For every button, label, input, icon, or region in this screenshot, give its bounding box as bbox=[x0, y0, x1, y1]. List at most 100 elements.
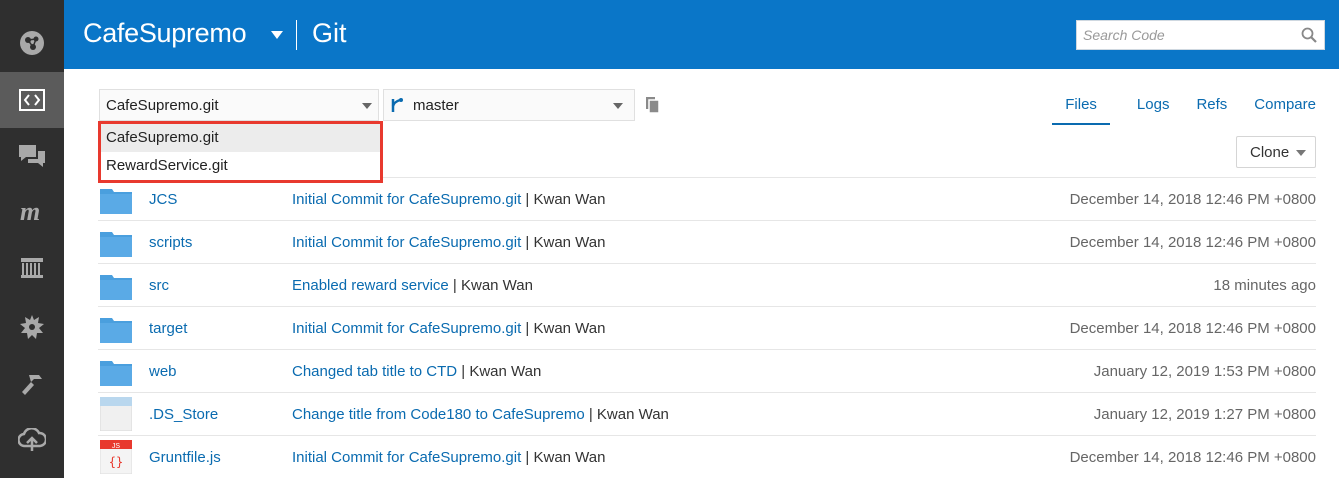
branch-select[interactable]: master bbox=[383, 89, 635, 121]
folder-icon bbox=[100, 189, 132, 214]
folder-icon bbox=[100, 318, 132, 343]
commit-separator: | bbox=[448, 277, 461, 294]
sidebar-item-dashboard[interactable] bbox=[0, 15, 64, 71]
file-name-link[interactable]: scripts bbox=[149, 234, 192, 251]
code-icon bbox=[19, 89, 45, 111]
commit-message-link[interactable]: Change title from Code180 to CafeSupremo bbox=[292, 406, 585, 423]
dashboard-icon bbox=[20, 31, 44, 55]
commit-date: 18 minutes ago bbox=[1213, 277, 1316, 294]
commit-message-link[interactable]: Initial Commit for CafeSupremo.git bbox=[292, 191, 521, 208]
js-file-icon: JS {} bbox=[99, 439, 133, 475]
folder-icon bbox=[100, 316, 132, 348]
svg-text:m: m bbox=[20, 201, 40, 223]
commit-author: Kwan Wan bbox=[533, 234, 606, 251]
project-dropdown-caret-icon[interactable] bbox=[271, 31, 283, 39]
sidebar-item-maven[interactable]: m bbox=[0, 184, 64, 240]
sidebar-item-deploy[interactable] bbox=[0, 357, 64, 413]
sidebar-item-repository[interactable] bbox=[0, 240, 64, 296]
view-tabs: Files Logs Refs Compare bbox=[1052, 95, 1316, 125]
file-name-link[interactable]: .DS_Store bbox=[149, 406, 218, 423]
commit-message-link[interactable]: Enabled reward service bbox=[292, 277, 449, 294]
chevron-down-icon bbox=[362, 103, 372, 109]
commit-author: Kwan Wan bbox=[533, 320, 606, 337]
repo-option[interactable]: RewardService.git bbox=[101, 152, 380, 180]
curly-braces-glyph: {} bbox=[109, 455, 123, 469]
tab-compare[interactable]: Compare bbox=[1254, 95, 1316, 125]
file-row[interactable]: scripts Initial Commit for CafeSupremo.gi… bbox=[98, 220, 1316, 263]
file-name-link[interactable]: Gruntfile.js bbox=[149, 449, 221, 466]
commit-separator: | bbox=[521, 191, 534, 208]
commit-separator: | bbox=[584, 406, 597, 423]
chevron-down-icon bbox=[1296, 150, 1306, 156]
file-row[interactable]: .DS_Store Change title from Code180 to Ca… bbox=[98, 392, 1316, 435]
last-commit: Initial Commit for CafeSupremo.git | Kwa… bbox=[292, 320, 605, 337]
search-input[interactable] bbox=[1077, 21, 1287, 49]
file-icon bbox=[99, 396, 133, 432]
search-icon[interactable] bbox=[1301, 27, 1317, 43]
builds-icon bbox=[20, 315, 44, 339]
file-name-link[interactable]: src bbox=[149, 277, 169, 294]
file-row[interactable]: JS {} Gruntfile.js Initial Commit for CafeS… bbox=[98, 435, 1316, 478]
file-name-link[interactable]: web bbox=[149, 363, 177, 380]
sidebar-item-code[interactable] bbox=[0, 72, 64, 128]
header-bar: CafeSupremo Git bbox=[64, 0, 1339, 69]
tab-refs[interactable]: Refs bbox=[1196, 95, 1227, 125]
tab-logs[interactable]: Logs bbox=[1137, 95, 1170, 125]
chevron-down-icon bbox=[613, 103, 623, 109]
commit-separator: | bbox=[521, 234, 534, 251]
copy-icon[interactable] bbox=[645, 96, 660, 114]
branch-select-value: master bbox=[413, 97, 459, 114]
file-row[interactable]: target Initial Commit for CafeSupremo.git… bbox=[98, 306, 1316, 349]
folder-icon bbox=[100, 275, 132, 300]
folder-icon bbox=[100, 187, 132, 219]
maven-icon: m bbox=[20, 201, 40, 223]
commit-author: Kwan Wan bbox=[469, 363, 542, 380]
last-commit: Initial Commit for CafeSupremo.git | Kwa… bbox=[292, 234, 605, 251]
clone-button[interactable]: Clone bbox=[1236, 136, 1316, 168]
last-commit: Change title from Code180 to CafeSupremo… bbox=[292, 406, 669, 423]
file-row[interactable]: src Enabled reward service | Kwan Wan 18 m… bbox=[98, 263, 1316, 306]
commit-date: January 12, 2019 1:53 PM +0800 bbox=[1093, 363, 1316, 380]
folder-icon bbox=[100, 359, 132, 391]
commit-date: December 14, 2018 12:46 PM +0800 bbox=[1069, 191, 1316, 208]
file-icon bbox=[99, 396, 133, 436]
commit-author: Kwan Wan bbox=[596, 406, 669, 423]
file-row[interactable]: JCS Initial Commit for CafeSupremo.git | … bbox=[98, 177, 1316, 220]
commit-date: December 14, 2018 12:46 PM +0800 bbox=[1069, 449, 1316, 466]
folder-icon bbox=[100, 361, 132, 386]
js-file-icon: JS {} bbox=[99, 439, 133, 479]
commit-separator: | bbox=[457, 363, 470, 380]
last-commit: Enabled reward service | Kwan Wan bbox=[292, 277, 533, 294]
sidebar: m bbox=[0, 0, 64, 478]
file-name-link[interactable]: target bbox=[149, 320, 187, 337]
sidebar-item-upload[interactable] bbox=[0, 412, 64, 468]
commit-author: Kwan Wan bbox=[460, 277, 533, 294]
file-name-link[interactable]: JCS bbox=[149, 191, 177, 208]
commit-separator: | bbox=[521, 449, 534, 466]
sidebar-item-chat[interactable] bbox=[0, 128, 64, 184]
repo-dropdown-menu: CafeSupremo.git RewardService.git bbox=[98, 121, 383, 183]
file-row[interactable]: web Changed tab title to CTD | Kwan Wan Ja… bbox=[98, 349, 1316, 392]
folder-icon bbox=[100, 230, 132, 262]
sidebar-item-builds[interactable] bbox=[0, 299, 64, 355]
commit-author: Kwan Wan bbox=[533, 449, 606, 466]
commit-message-link[interactable]: Changed tab title to CTD bbox=[292, 363, 457, 380]
header-divider bbox=[296, 20, 297, 50]
repo-select[interactable]: CafeSupremo.git bbox=[99, 89, 379, 121]
js-badge-text: JS bbox=[112, 443, 121, 450]
commit-message-link[interactable]: Initial Commit for CafeSupremo.git bbox=[292, 449, 521, 466]
commit-message-link[interactable]: Initial Commit for CafeSupremo.git bbox=[292, 320, 521, 337]
project-title[interactable]: CafeSupremo bbox=[83, 18, 247, 49]
tab-files[interactable]: Files bbox=[1052, 95, 1110, 125]
cloud-upload-icon bbox=[18, 428, 46, 451]
repository-icon bbox=[21, 258, 43, 278]
repo-option[interactable]: CafeSupremo.git bbox=[101, 124, 380, 152]
repo-select-value: CafeSupremo.git bbox=[106, 97, 219, 114]
folder-icon bbox=[100, 273, 132, 305]
folder-icon bbox=[100, 232, 132, 257]
commit-date: December 14, 2018 12:46 PM +0800 bbox=[1069, 234, 1316, 251]
commit-message-link[interactable]: Initial Commit for CafeSupremo.git bbox=[292, 234, 521, 251]
commit-date: December 14, 2018 12:46 PM +0800 bbox=[1069, 320, 1316, 337]
clone-button-label: Clone bbox=[1250, 144, 1290, 161]
branch-icon bbox=[391, 98, 403, 112]
